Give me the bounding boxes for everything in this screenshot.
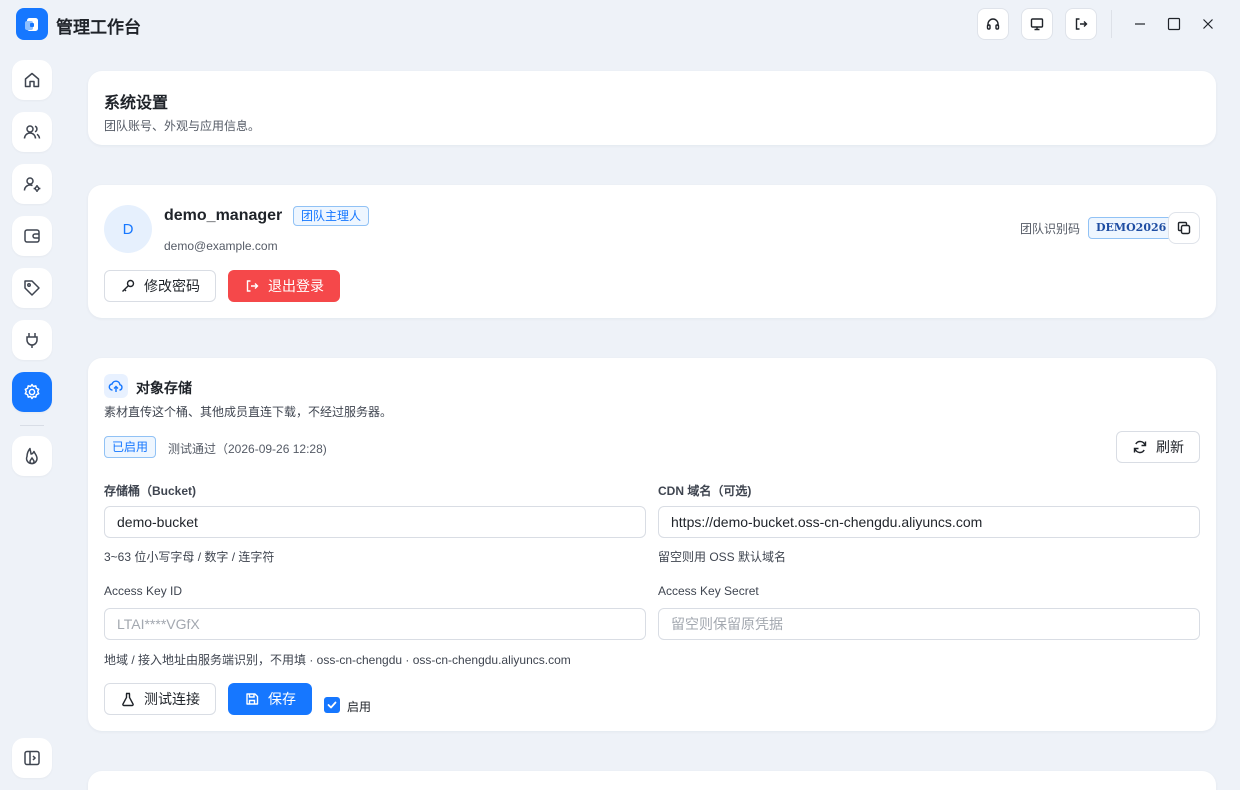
user-email: demo@example.com	[164, 239, 278, 253]
access-key-id-label: Access Key ID	[104, 584, 183, 598]
sidebar-collapse-button[interactable]	[12, 738, 52, 778]
account-card: D demo_manager 团队主理人 demo@example.com 团队…	[88, 185, 1216, 318]
storage-card: 对象存储 素材直传这个桶、其他成员直连下载，不经过服务器。 已启用 测试通过（2…	[88, 358, 1216, 731]
minimize-icon[interactable]	[1128, 12, 1152, 36]
cdn-hint: 留空则用 OSS 默认域名	[658, 550, 787, 564]
page-title: 系统设置	[104, 95, 169, 112]
titlebar-divider	[1111, 10, 1112, 38]
team-code-badge: DEMO2026	[1088, 217, 1175, 239]
access-key-secret-label: Access Key Secret	[658, 584, 759, 598]
logout-icon	[246, 280, 259, 292]
next-section-card	[88, 771, 1216, 790]
copy-team-code-button[interactable]	[1168, 212, 1200, 244]
logout-label: 退出登录	[268, 278, 324, 294]
sidebar-item-settings[interactable]	[12, 372, 52, 412]
sidebar-item-user-settings[interactable]	[12, 164, 52, 204]
storage-description: 素材直传这个桶、其他成员直连下载，不经过服务器。	[104, 405, 393, 419]
sidebar-item-wallet[interactable]	[12, 216, 52, 256]
sidebar-toggle-icon	[24, 750, 40, 766]
bucket-label: 存储桶（Bucket)	[104, 484, 197, 498]
app-title: 管理工作台	[56, 18, 141, 37]
header-card: 系统设置 团队账号、外观与应用信息。	[88, 71, 1216, 145]
user-settings-icon	[23, 177, 41, 192]
copy-icon	[1177, 221, 1191, 235]
save-button[interactable]: 保存	[228, 683, 312, 715]
plug-icon	[26, 333, 38, 348]
bucket-hint: 3~63 位小写字母 / 数字 / 连字符	[104, 550, 275, 564]
logout-icon[interactable]	[1065, 8, 1097, 40]
access-key-id-input[interactable]	[104, 608, 646, 640]
username: demo_manager	[164, 207, 283, 224]
save-label: 保存	[268, 691, 296, 707]
access-key-secret-input[interactable]	[658, 608, 1200, 640]
maximize-icon[interactable]	[1162, 12, 1186, 36]
avatar: D	[104, 205, 152, 253]
wallet-icon	[24, 229, 40, 243]
refresh-button[interactable]: 刷新	[1116, 431, 1200, 463]
region-hint: 地域 / 接入地址由服务端识别，不用填 · oss-cn-chengdu · o…	[104, 653, 571, 667]
cdn-input[interactable]	[658, 506, 1200, 538]
sidebar-item-home[interactable]	[12, 60, 52, 100]
save-icon	[246, 693, 259, 705]
test-connection-label: 测试连接	[144, 691, 200, 707]
test-connection-button[interactable]: 测试连接	[104, 683, 216, 715]
checkmark-icon	[327, 701, 337, 709]
home-icon	[24, 72, 40, 88]
sidebar-divider	[20, 425, 44, 426]
sidebar-item-plugins[interactable]	[12, 320, 52, 360]
tag-icon	[24, 280, 40, 296]
monitor-icon[interactable]	[1021, 8, 1053, 40]
enable-label: 启用	[347, 700, 372, 714]
users-icon	[23, 125, 41, 139]
enable-checkbox[interactable]	[324, 697, 340, 713]
gear-icon	[24, 383, 40, 400]
refresh-label: 刷新	[1156, 439, 1184, 455]
test-status-text: 测试通过（2026-09-26 12:28)	[168, 442, 327, 456]
sidebar-item-tags[interactable]	[12, 268, 52, 308]
flask-icon	[122, 692, 134, 707]
app-logo-icon	[16, 8, 48, 40]
close-icon[interactable]	[1196, 12, 1220, 36]
title-bar: 管理工作台	[0, 0, 1240, 48]
change-password-button[interactable]: 修改密码	[104, 270, 216, 302]
bucket-input[interactable]	[104, 506, 646, 538]
storage-title: 对象存储	[136, 380, 192, 396]
headset-icon[interactable]	[977, 8, 1009, 40]
sidebar-item-hot[interactable]	[12, 436, 52, 476]
team-code-label: 团队识别码	[1020, 222, 1081, 236]
change-password-label: 修改密码	[144, 278, 200, 294]
role-badge: 团队主理人	[293, 206, 370, 226]
flame-icon	[25, 447, 38, 465]
logout-button[interactable]: 退出登录	[228, 270, 340, 302]
status-badge: 已启用	[104, 436, 157, 458]
page-subtitle: 团队账号、外观与应用信息。	[104, 119, 261, 133]
sidebar-item-users[interactable]	[12, 112, 52, 152]
refresh-icon	[1133, 440, 1147, 454]
cloud-upload-icon	[104, 374, 128, 398]
cdn-label: CDN 域名（可选)	[658, 484, 752, 498]
key-icon	[122, 279, 135, 292]
